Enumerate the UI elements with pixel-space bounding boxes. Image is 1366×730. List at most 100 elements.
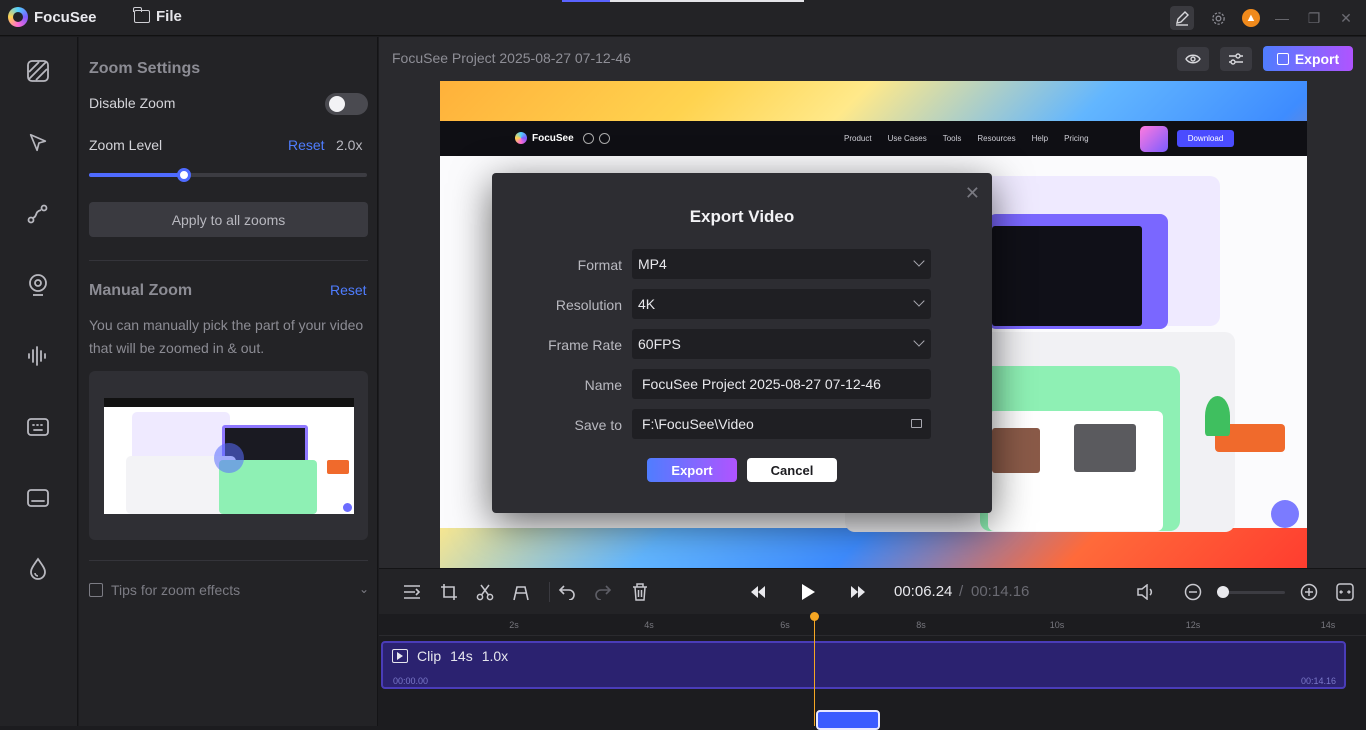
name-input[interactable]: FocuSee Project 2025-08-27 07-12-46 [632, 369, 931, 399]
preview-site-name: FocuSee [532, 132, 574, 144]
cut-button[interactable] [474, 581, 496, 603]
manual-zoom-picker[interactable] [89, 371, 368, 540]
caption-icon [27, 489, 49, 507]
redo-button[interactable] [592, 581, 614, 603]
speed-button[interactable] [510, 581, 532, 603]
dialog-export-button[interactable]: Export [647, 458, 737, 482]
folder-icon[interactable] [911, 419, 922, 428]
preview-download-button: Download [1177, 130, 1234, 147]
background-tool-button[interactable] [26, 59, 50, 83]
resolution-select[interactable]: 4K [632, 289, 931, 319]
format-select[interactable]: MP4 [632, 249, 931, 279]
zoom-level-reset-link[interactable]: Reset [288, 137, 325, 153]
clip-duration: 14s [450, 648, 473, 664]
keyboard-icon [27, 418, 49, 436]
zoom-settings-panel: Zoom Settings Disable Zoom Zoom Level Re… [79, 37, 378, 726]
speed-icon [513, 586, 529, 601]
cursor-tool-button[interactable] [26, 131, 50, 155]
folder-icon [133, 7, 150, 23]
preview-toggle-button[interactable] [1177, 47, 1209, 71]
fast-forward-icon [851, 586, 865, 598]
playhead[interactable] [810, 612, 819, 726]
zoom-level-slider-knob[interactable] [176, 168, 191, 182]
delete-button[interactable] [629, 581, 651, 603]
settings-button[interactable] [1206, 6, 1230, 30]
cursor-icon [29, 133, 47, 152]
preview-photo [992, 428, 1040, 473]
dialog-cancel-button[interactable]: Cancel [747, 458, 837, 482]
timeline-zoom-knob[interactable] [1217, 586, 1229, 598]
annotate-button[interactable] [1170, 6, 1194, 30]
minimize-icon[interactable]: — [1272, 10, 1292, 26]
app-name: FocuSee [34, 8, 97, 26]
clip-header: Clip 14s 1.0x [392, 648, 508, 664]
file-menu-label: File [156, 8, 182, 25]
project-title: FocuSee Project 2025-08-27 07-12-46 [392, 50, 631, 66]
video-clip-track[interactable]: Clip 14s 1.0x 00:00.00 00:14.16 [381, 641, 1346, 689]
preview-nav-link: Resources [977, 134, 1016, 143]
restore-icon[interactable]: ❐ [1304, 10, 1324, 27]
caption-tool-button[interactable] [26, 486, 50, 510]
webcam-tool-button[interactable] [26, 273, 50, 297]
video-thumbnail [104, 398, 354, 514]
align-icon [404, 585, 421, 599]
ruler-tick-label: 12s [1185, 620, 1201, 630]
thumbnail-badge [327, 460, 349, 474]
zoom-level-value: 2.0x [336, 137, 363, 153]
close-icon[interactable]: ✕ [965, 183, 980, 204]
clip-play-icon [392, 649, 408, 663]
camera-motion-tool-button[interactable] [26, 202, 50, 226]
zoom-segment-chip[interactable] [816, 710, 880, 730]
timeline-ruler[interactable]: 2s 4s 6s 8s 10s 12s 14s [379, 614, 1366, 636]
zoom-tips-section[interactable]: Tips for zoom effects ⌄ [89, 582, 369, 598]
fast-forward-button[interactable] [847, 581, 869, 603]
ruler-tick-label: 14s [1320, 620, 1336, 630]
split-track-button[interactable] [401, 581, 423, 603]
waveform-icon [28, 346, 46, 366]
ruler-tick-label: 4s [644, 620, 654, 630]
chevron-down-icon [913, 295, 925, 307]
volume-button[interactable] [1135, 581, 1157, 603]
play-button[interactable] [797, 581, 819, 603]
panel-divider [89, 260, 368, 261]
zoom-level-label: Zoom Level [89, 137, 163, 153]
zoom-settings-title: Zoom Settings [89, 60, 201, 77]
apply-to-all-zooms-button[interactable]: Apply to all zooms [89, 202, 368, 237]
name-value: FocuSee Project 2025-08-27 07-12-46 [642, 376, 881, 392]
ruler-tick-label: 10s [1049, 620, 1065, 630]
rewind-button[interactable] [747, 581, 769, 603]
zoom-level-slider[interactable] [89, 168, 367, 182]
file-menu[interactable]: File [133, 7, 182, 25]
frame-rate-select[interactable]: 60FPS [632, 329, 931, 359]
watermark-tool-button[interactable] [26, 557, 50, 581]
zoom-out-button[interactable] [1182, 581, 1204, 603]
zoom-in-button[interactable] [1298, 581, 1320, 603]
promo-fire-icon[interactable]: ▲ [1242, 9, 1260, 27]
drop-icon [30, 557, 46, 580]
hatch-icon [27, 60, 49, 82]
top-progress-indicator [562, 0, 804, 2]
crop-button[interactable] [438, 581, 460, 603]
timeline[interactable]: 2s 4s 6s 8s 10s 12s 14s Clip 14s 1.0x 00… [379, 612, 1366, 730]
save-to-input[interactable]: F:\FocuSee\Video [632, 409, 931, 439]
manual-zoom-reset-link[interactable]: Reset [330, 282, 367, 298]
preview-nav-links: Product Use Cases Tools Resources Help P… [844, 134, 1089, 143]
disable-zoom-toggle[interactable] [325, 93, 368, 115]
export-video-dialog: ✕ Export Video Format MP4 Resolution 4K … [492, 173, 992, 513]
timeline-zoom-slider[interactable] [1217, 586, 1285, 598]
manual-zoom-title: Manual Zoom [89, 282, 193, 299]
keystroke-tool-button[interactable] [26, 415, 50, 439]
undo-button[interactable] [556, 581, 578, 603]
zoom-focus-marker[interactable] [214, 443, 244, 473]
adjust-settings-button[interactable] [1220, 47, 1252, 71]
scissors-icon [476, 584, 494, 601]
clip-label: Clip [417, 648, 442, 664]
preview-nav-link: Product [844, 134, 872, 143]
chevron-down-icon [913, 255, 925, 267]
audio-tool-button[interactable] [26, 344, 50, 368]
preview-nav-link: Tools [942, 134, 962, 143]
save-to-value: F:\FocuSee\Video [642, 416, 754, 432]
export-button[interactable]: Export [1263, 46, 1353, 71]
close-icon[interactable]: ✕ [1336, 10, 1356, 27]
fit-timeline-button[interactable] [1334, 581, 1356, 603]
